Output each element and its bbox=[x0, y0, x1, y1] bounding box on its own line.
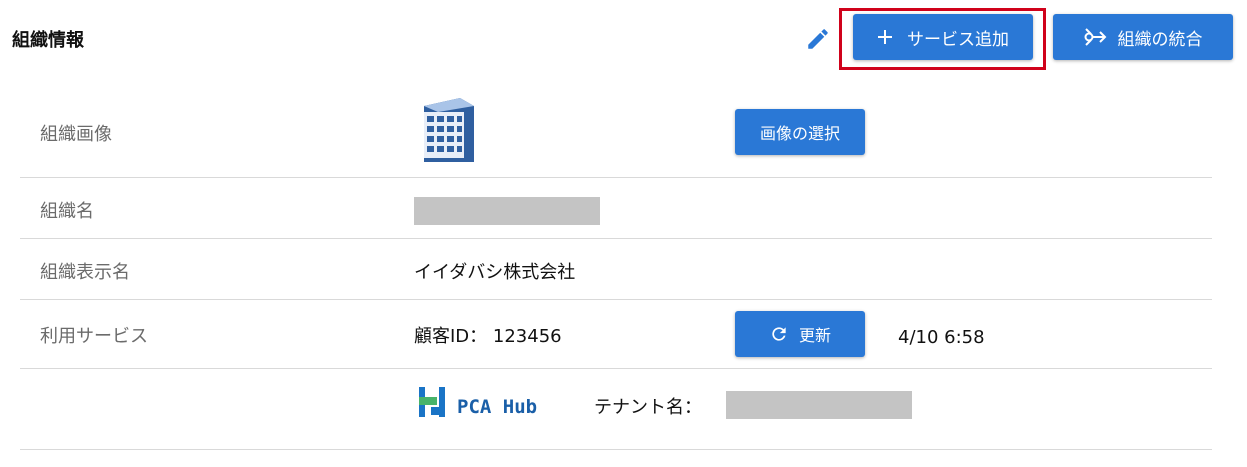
row-organization-name bbox=[20, 178, 1212, 239]
select-image-label: 画像の選択 bbox=[759, 124, 840, 143]
pca-hub-logo-text: PCA Hub bbox=[457, 396, 538, 418]
pca-hub-logo-mark bbox=[419, 387, 445, 417]
refresh-button[interactable]: 更新 bbox=[735, 311, 865, 357]
row-display-name bbox=[20, 239, 1212, 300]
row-organization-image bbox=[20, 84, 1212, 178]
customer-id: 顧客ID： 123456 bbox=[414, 326, 562, 347]
display-name-label: 組織表示名 bbox=[40, 262, 130, 283]
organization-name-redacted bbox=[414, 197, 600, 225]
organization-image-label: 組織画像 bbox=[40, 124, 112, 145]
last-updated-timestamp: 4/10 6:58 bbox=[898, 327, 985, 348]
tenant-name-redacted bbox=[726, 391, 912, 419]
refresh-icon bbox=[772, 327, 786, 341]
row-services bbox=[20, 300, 1212, 369]
building-icon bbox=[424, 98, 474, 162]
display-name-value: イイダバシ株式会社 bbox=[414, 262, 576, 283]
pca-hub-logo: PCA Hub bbox=[419, 387, 537, 419]
organization-name-label: 組織名 bbox=[40, 201, 94, 222]
page-title: 組織情報 bbox=[12, 30, 84, 51]
merge-organization-button[interactable]: 組織の統合 bbox=[1053, 14, 1233, 60]
edit-icon[interactable] bbox=[805, 26, 831, 52]
select-image-button[interactable]: 画像の選択 bbox=[735, 109, 865, 155]
merge-icon bbox=[1084, 28, 1106, 46]
tenant-name-label: テナント名： bbox=[594, 397, 702, 418]
highlight-frame bbox=[839, 8, 1046, 70]
refresh-label: 更新 bbox=[798, 326, 831, 345]
services-label: 利用サービス bbox=[40, 326, 148, 347]
merge-label: 組織の統合 bbox=[1117, 29, 1203, 50]
